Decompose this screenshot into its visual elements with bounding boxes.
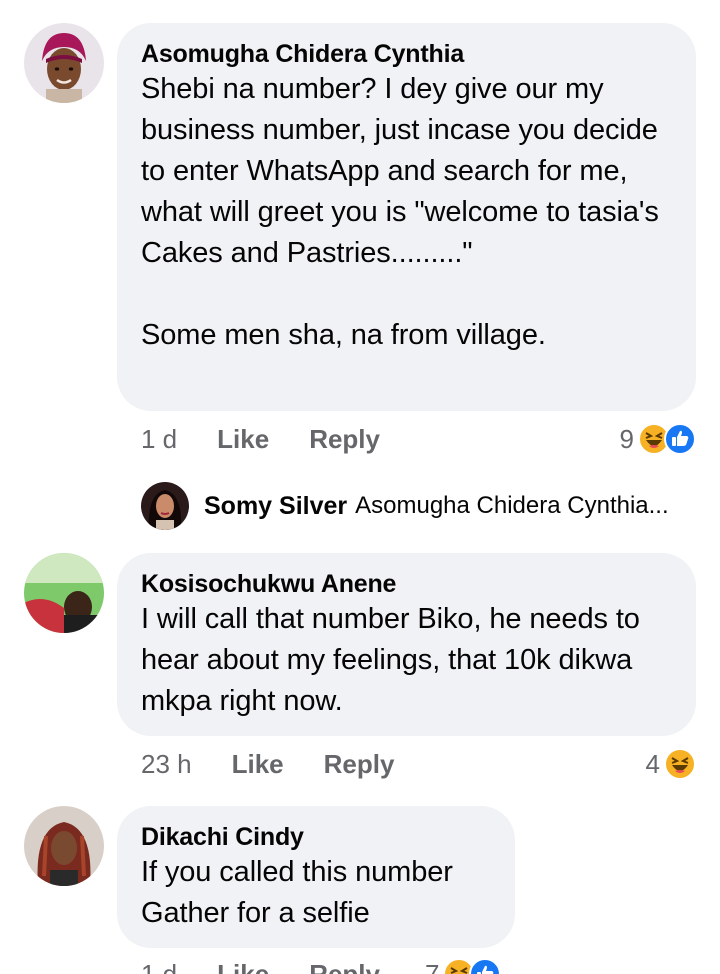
- comment-time[interactable]: 1 d: [141, 424, 177, 455]
- like-icon: [664, 423, 696, 455]
- reaction-count: 7: [425, 958, 440, 974]
- comment-time[interactable]: 1 d: [141, 959, 177, 974]
- comment-bubble: Kosisochukwu Anene I will call that numb…: [117, 553, 696, 736]
- like-button[interactable]: Like: [217, 959, 269, 974]
- comment-text: Shebi na number? I dey give our my busin…: [141, 73, 659, 351]
- reply-button[interactable]: Reply: [324, 749, 395, 780]
- avatar[interactable]: [24, 553, 104, 633]
- comment-author[interactable]: Dikachi Cindy: [141, 822, 491, 852]
- comment-text: I will call that number Biko, he needs t…: [141, 603, 648, 717]
- avatar[interactable]: [24, 23, 104, 103]
- reaction-count: 9: [619, 423, 634, 454]
- like-button[interactable]: Like: [217, 424, 269, 455]
- comment-time[interactable]: 23 h: [141, 749, 192, 780]
- reply-button[interactable]: Reply: [309, 424, 380, 455]
- avatar-photo-icon: [24, 553, 104, 633]
- comment-actions: 1 d Like Reply: [141, 956, 380, 974]
- like-icon: [469, 958, 502, 974]
- comment-author[interactable]: Asomugha Chidera Cynthia: [141, 39, 672, 69]
- reply-author[interactable]: Somy Silver: [204, 492, 347, 521]
- reaction-summary[interactable]: 7: [425, 956, 502, 974]
- reply-text: Asomugha Chidera Cynthia...: [355, 492, 669, 519]
- comment-actions: 23 h Like Reply: [141, 746, 394, 782]
- comment-author[interactable]: Kosisochukwu Anene: [141, 569, 672, 599]
- avatar-photo-icon: [24, 806, 104, 886]
- comment-actions: 1 d Like Reply: [141, 421, 380, 457]
- avatar-photo-icon: [141, 482, 189, 530]
- reaction-count: 4: [645, 748, 660, 779]
- haha-icon: [664, 748, 696, 780]
- like-button[interactable]: Like: [232, 749, 284, 780]
- avatar[interactable]: [24, 806, 104, 886]
- avatar-photo-icon: [24, 23, 104, 103]
- reaction-summary[interactable]: 9: [620, 421, 696, 457]
- reaction-summary[interactable]: 4: [646, 746, 696, 782]
- comment-text: If you called this number Gather for a s…: [141, 856, 453, 929]
- comment-bubble: Asomugha Chidera Cynthia Shebi na number…: [117, 23, 696, 411]
- comment-bubble: Dikachi Cindy If you called this number …: [117, 806, 515, 948]
- avatar[interactable]: [141, 482, 189, 530]
- comments-thread: Asomugha Chidera Cynthia Shebi na number…: [0, 0, 720, 974]
- reply-preview[interactable]: Somy Silver Asomugha Chidera Cynthia...: [204, 488, 669, 524]
- reply-button[interactable]: Reply: [309, 959, 380, 974]
